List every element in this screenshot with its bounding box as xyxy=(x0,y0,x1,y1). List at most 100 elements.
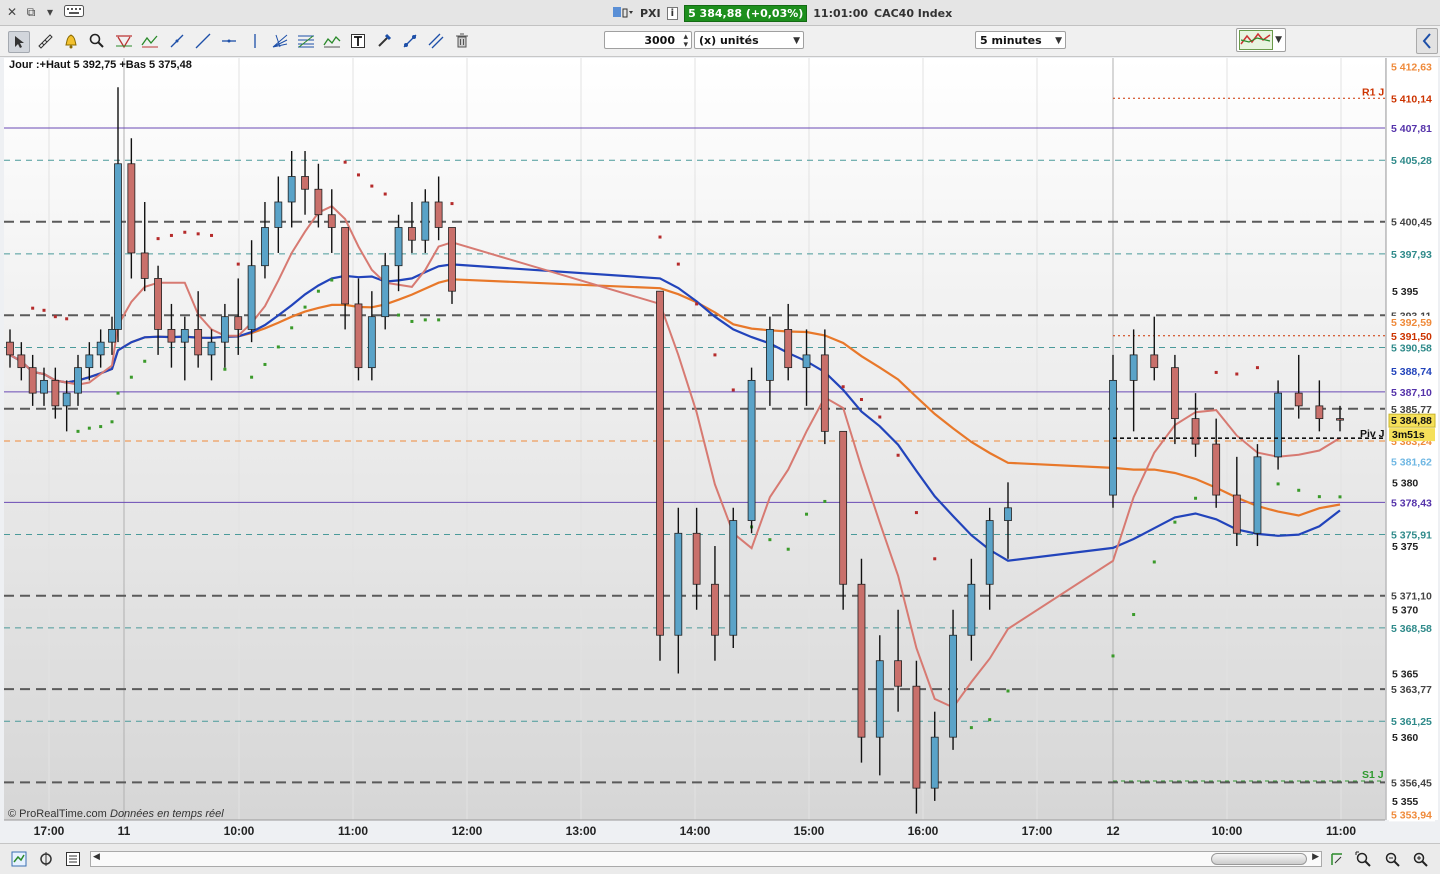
price-level-label: 5 412,63 xyxy=(1391,62,1432,74)
bear-candle xyxy=(154,278,162,330)
bull-candle xyxy=(274,201,283,228)
bear-candle xyxy=(167,329,176,343)
ray-line-icon[interactable] xyxy=(193,31,213,51)
keyboard-icon[interactable] xyxy=(63,5,85,20)
price-level-label: 5 410,14 xyxy=(1391,93,1432,105)
copyright-text: © ProRealTime.com xyxy=(8,808,107,820)
bear-candle xyxy=(194,329,203,356)
psar-dot xyxy=(731,388,735,392)
psar-dot xyxy=(786,547,790,551)
time-tick-label: 10:00 xyxy=(1212,824,1243,838)
price-tick-label: 5 355 xyxy=(1392,796,1418,808)
bear-candle xyxy=(127,163,136,254)
panel-toggle-icon[interactable] xyxy=(1416,28,1438,54)
chevron-down-icon: ▼ xyxy=(1275,35,1282,45)
indicator-menu-button[interactable]: ▼ xyxy=(1236,28,1286,52)
psar-dot xyxy=(276,345,280,349)
time-tick-label: 11:00 xyxy=(1326,824,1356,838)
zoom-in-icon[interactable] xyxy=(1411,851,1429,867)
units-quantity-value: 3000 xyxy=(644,34,675,47)
close-icon[interactable]: ✕ xyxy=(6,5,18,20)
bull-candle xyxy=(40,379,48,394)
psar-dot xyxy=(1152,560,1156,564)
text-tool-icon[interactable] xyxy=(348,31,368,51)
scroll-left-icon[interactable]: ◀ xyxy=(93,852,100,862)
dropdown-icon[interactable]: ▾ xyxy=(44,5,56,20)
fibonacci-fan-icon[interactable] xyxy=(270,31,290,51)
alert-bell-icon[interactable] xyxy=(61,31,81,51)
psar-dot xyxy=(1111,654,1115,658)
timeframe-value: 5 minutes xyxy=(980,34,1042,47)
price-level-label: 5 356,45 xyxy=(1391,777,1432,789)
price-level-label: 5 390,58 xyxy=(1391,343,1432,355)
price-level-label: 5 381,62 xyxy=(1391,457,1432,469)
bear-candle xyxy=(656,290,664,636)
time-tick-label: 13:00 xyxy=(566,824,597,838)
bear-candle xyxy=(692,532,701,585)
info-icon[interactable]: i xyxy=(666,7,679,20)
horizontal-line-icon[interactable] xyxy=(219,31,239,51)
timeframe-select[interactable]: 5 minutes ▼ xyxy=(975,31,1066,49)
bear-candle xyxy=(341,227,350,305)
scroll-right-icon[interactable]: ▶ xyxy=(1312,852,1319,862)
psar-dot xyxy=(110,420,114,424)
vertical-line-icon[interactable] xyxy=(245,31,265,51)
bull-candle xyxy=(985,520,994,585)
bear-candle xyxy=(51,379,60,407)
restore-icon[interactable]: ⧉ xyxy=(25,5,37,20)
title-time: 11:01:00 xyxy=(813,7,869,20)
psar-dot xyxy=(236,262,240,266)
price-level-label: 5 353,94 xyxy=(1391,809,1432,821)
zoom-fit-icon[interactable] xyxy=(1355,851,1373,867)
scroll-thumb[interactable] xyxy=(1211,853,1307,865)
psar-dot xyxy=(383,192,387,196)
chart-settings-icon[interactable] xyxy=(10,851,28,867)
psar-dot xyxy=(933,557,937,561)
psar-dot xyxy=(99,425,103,429)
price-tick-label: 5 375 xyxy=(1392,541,1418,553)
bull-candle xyxy=(74,367,82,394)
zoom-out-icon[interactable] xyxy=(1383,851,1401,867)
cursor-icon[interactable] xyxy=(8,31,30,53)
brush-icon[interactable] xyxy=(374,31,394,51)
pivot-s1-label: S1 J xyxy=(1362,769,1384,781)
title-info: PXI i 5 384,88 (+0,03%) 11:01:00 CAC40 I… xyxy=(612,5,952,22)
trendline-icon[interactable] xyxy=(167,31,187,51)
app-icon xyxy=(612,5,634,22)
units-select[interactable]: (x) unités ▼ xyxy=(694,31,804,49)
psar-dot xyxy=(969,726,973,730)
ruler-icon[interactable] xyxy=(35,31,55,51)
psar-dot xyxy=(1214,370,1218,374)
indicator-settings-icon[interactable] xyxy=(37,851,55,867)
price-level-label: 5 391,50 xyxy=(1391,331,1432,343)
status-bar: ◀ ▶ xyxy=(0,843,1440,874)
wave-tool-icon[interactable] xyxy=(322,31,342,51)
psar-dot xyxy=(713,353,717,357)
psar-dot xyxy=(423,318,427,322)
fibonacci-retracement-icon[interactable] xyxy=(296,31,316,51)
psar-dot xyxy=(250,375,254,379)
properties-icon[interactable] xyxy=(64,851,82,867)
psar-dot xyxy=(116,391,120,395)
auto-scale-icon[interactable] xyxy=(1328,851,1346,867)
stepper-icon[interactable]: ▴ ▾ xyxy=(683,33,688,50)
psar-dot xyxy=(1297,488,1301,492)
bull-candle xyxy=(930,736,939,789)
price-chart[interactable]: R1 J Piv J S1 J 5 412,63 5 410,14 5 407,81 5 … xyxy=(0,56,1440,843)
zoom-icon[interactable] xyxy=(87,31,107,51)
bull-candle xyxy=(108,329,116,343)
zigzag-tool-icon[interactable] xyxy=(140,31,160,51)
price-tick-label: 5 395 xyxy=(1392,286,1418,298)
units-quantity-input[interactable]: 3000 ▴ ▾ xyxy=(604,31,692,50)
trash-icon[interactable] xyxy=(452,31,472,51)
magnet-icon[interactable] xyxy=(400,31,420,51)
psar-dot xyxy=(768,538,772,542)
bull-candle xyxy=(802,354,811,369)
channel-tool-icon[interactable] xyxy=(114,31,134,51)
parallel-lines-icon[interactable] xyxy=(426,31,446,51)
bull-candle xyxy=(674,532,683,636)
bull-candle xyxy=(180,329,189,343)
time-scrollbar[interactable]: ◀ ▶ xyxy=(90,851,1322,867)
indicator-chart-icon xyxy=(1239,30,1273,50)
psar-dot xyxy=(988,718,992,722)
